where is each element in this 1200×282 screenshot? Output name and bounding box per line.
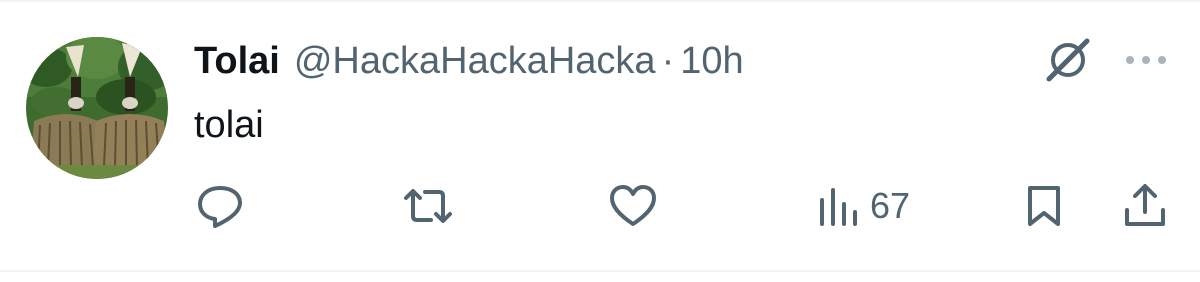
views-icon	[820, 188, 857, 226]
display-name[interactable]: Tolai	[194, 38, 280, 84]
separator-dot: ·	[661, 40, 675, 82]
reply-button[interactable]	[194, 180, 246, 232]
avatar-image	[26, 37, 168, 179]
avatar[interactable]	[26, 37, 168, 179]
views-button[interactable]: 67	[816, 180, 910, 232]
bottom-divider	[0, 270, 1200, 272]
share-button[interactable]	[1120, 180, 1170, 232]
timestamp[interactable]: 10h	[680, 38, 743, 84]
retweet-icon	[404, 189, 452, 223]
heart-icon	[610, 185, 656, 226]
more-icon	[1126, 56, 1166, 64]
reply-icon	[198, 186, 242, 228]
like-button[interactable]	[606, 180, 660, 232]
user-handle[interactable]: @HackaHackaHacka	[294, 38, 656, 84]
tweet[interactable]: Tolai @HackaHackaHacka · 10h tolai 67	[0, 0, 1200, 282]
grok-button[interactable]	[1040, 34, 1096, 86]
more-button[interactable]	[1118, 38, 1174, 82]
tweet-header: Tolai @HackaHackaHacka · 10h	[194, 38, 744, 84]
retweet-button[interactable]	[398, 180, 458, 232]
top-divider	[0, 0, 1200, 2]
tweet-text: tolai	[194, 104, 264, 146]
grok-icon	[1046, 38, 1090, 82]
share-icon	[1125, 184, 1165, 226]
views-count: 67	[870, 185, 911, 226]
bookmark-button[interactable]	[1022, 180, 1066, 232]
bookmark-icon	[1028, 186, 1060, 226]
